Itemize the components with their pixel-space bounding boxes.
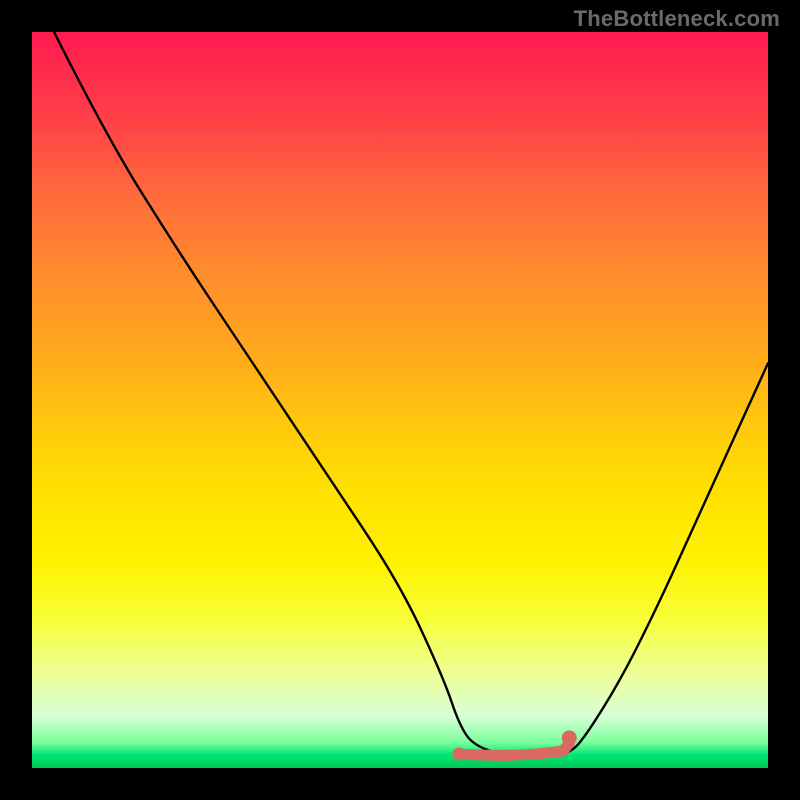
plot-area bbox=[32, 32, 768, 768]
optimal-end-dot bbox=[562, 730, 577, 745]
bottleneck-chart bbox=[32, 32, 768, 768]
watermark-label: TheBottleneck.com bbox=[574, 6, 780, 32]
bottleneck-curve bbox=[54, 32, 768, 757]
curve-group bbox=[54, 32, 768, 757]
highlight-group bbox=[452, 730, 576, 760]
optimal-start-dot bbox=[452, 747, 465, 760]
chart-frame: TheBottleneck.com bbox=[0, 0, 800, 800]
